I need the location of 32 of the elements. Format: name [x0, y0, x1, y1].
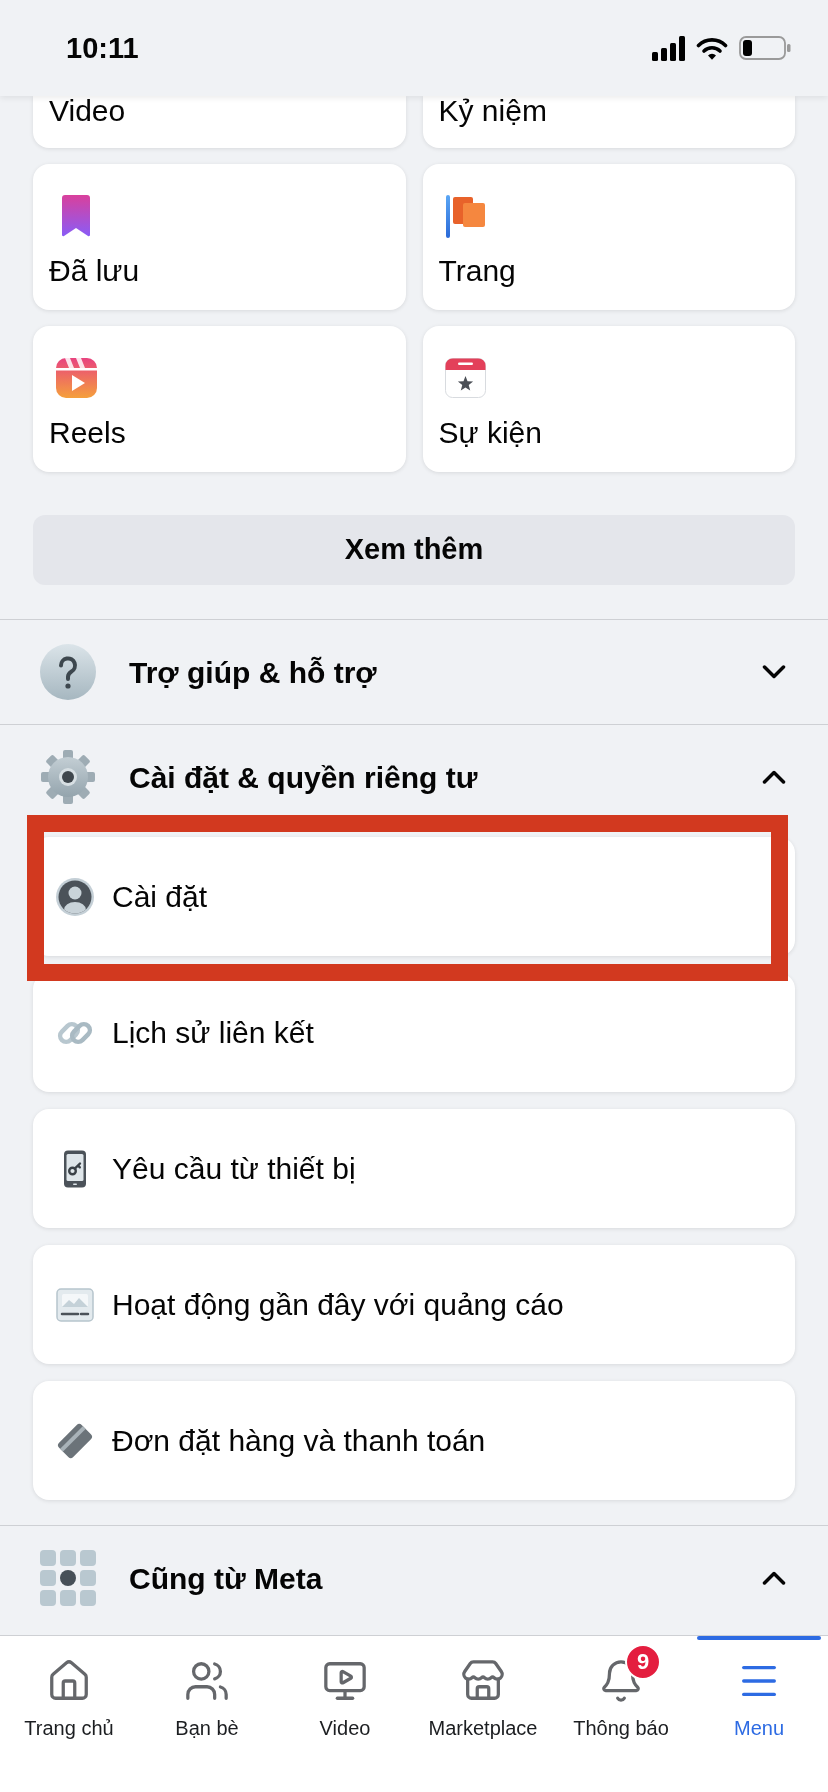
shortcut-tile[interactable]: Kỷ niệm: [422, 96, 795, 148]
status-time: 10:11: [66, 33, 139, 63]
nav-tab[interactable]: Marketplace: [414, 1636, 552, 1792]
profile-icon: [56, 877, 94, 916]
shortcut-tile[interactable]: Reels: [33, 326, 406, 472]
section-header[interactable]: Trợ giúp & hỗ trợ: [0, 620, 828, 724]
menu-item[interactable]: Hoạt động gần đây với quảng cáo: [33, 1245, 795, 1364]
shortcut-tile[interactable]: Sự kiện: [422, 326, 795, 472]
nav-tab[interactable]: Trang chủ: [0, 1636, 138, 1792]
help-icon: [40, 644, 96, 700]
nav-tab[interactable]: Menu: [690, 1636, 828, 1792]
settings-icon: [40, 749, 96, 805]
shortcut-tile[interactable]: Trang: [422, 164, 795, 310]
menu-item[interactable]: Đơn đặt hàng và thanh toán: [33, 1381, 795, 1500]
bookmark-icon: [62, 195, 90, 237]
see-more-button[interactable]: Xem thêm: [33, 515, 795, 585]
menu-item[interactable]: Yêu cầu từ thiết bị: [33, 1109, 795, 1228]
nav-tab[interactable]: 9 Thông báo: [552, 1636, 690, 1792]
battery-icon: [739, 36, 791, 60]
nav-tab[interactable]: Bạn bè: [138, 1636, 276, 1792]
flag-icon: [446, 194, 485, 238]
section-header[interactable]: Cũng từ Meta: [0, 1526, 828, 1630]
shortcut-tile[interactable]: Video: [33, 96, 406, 148]
wifi-icon: [696, 36, 728, 60]
shortcut-tile[interactable]: Đã lưu: [33, 164, 406, 310]
app-grid-icon: [40, 1550, 96, 1606]
section-header[interactable]: Cài đặt & quyền riêng tư: [0, 725, 828, 829]
image-screen-icon: [56, 1285, 94, 1324]
notification-badge: 9: [625, 1644, 661, 1680]
signal-icon: [652, 35, 685, 61]
clapper-play-icon: [55, 358, 97, 398]
nav-tab[interactable]: Video: [276, 1636, 414, 1792]
